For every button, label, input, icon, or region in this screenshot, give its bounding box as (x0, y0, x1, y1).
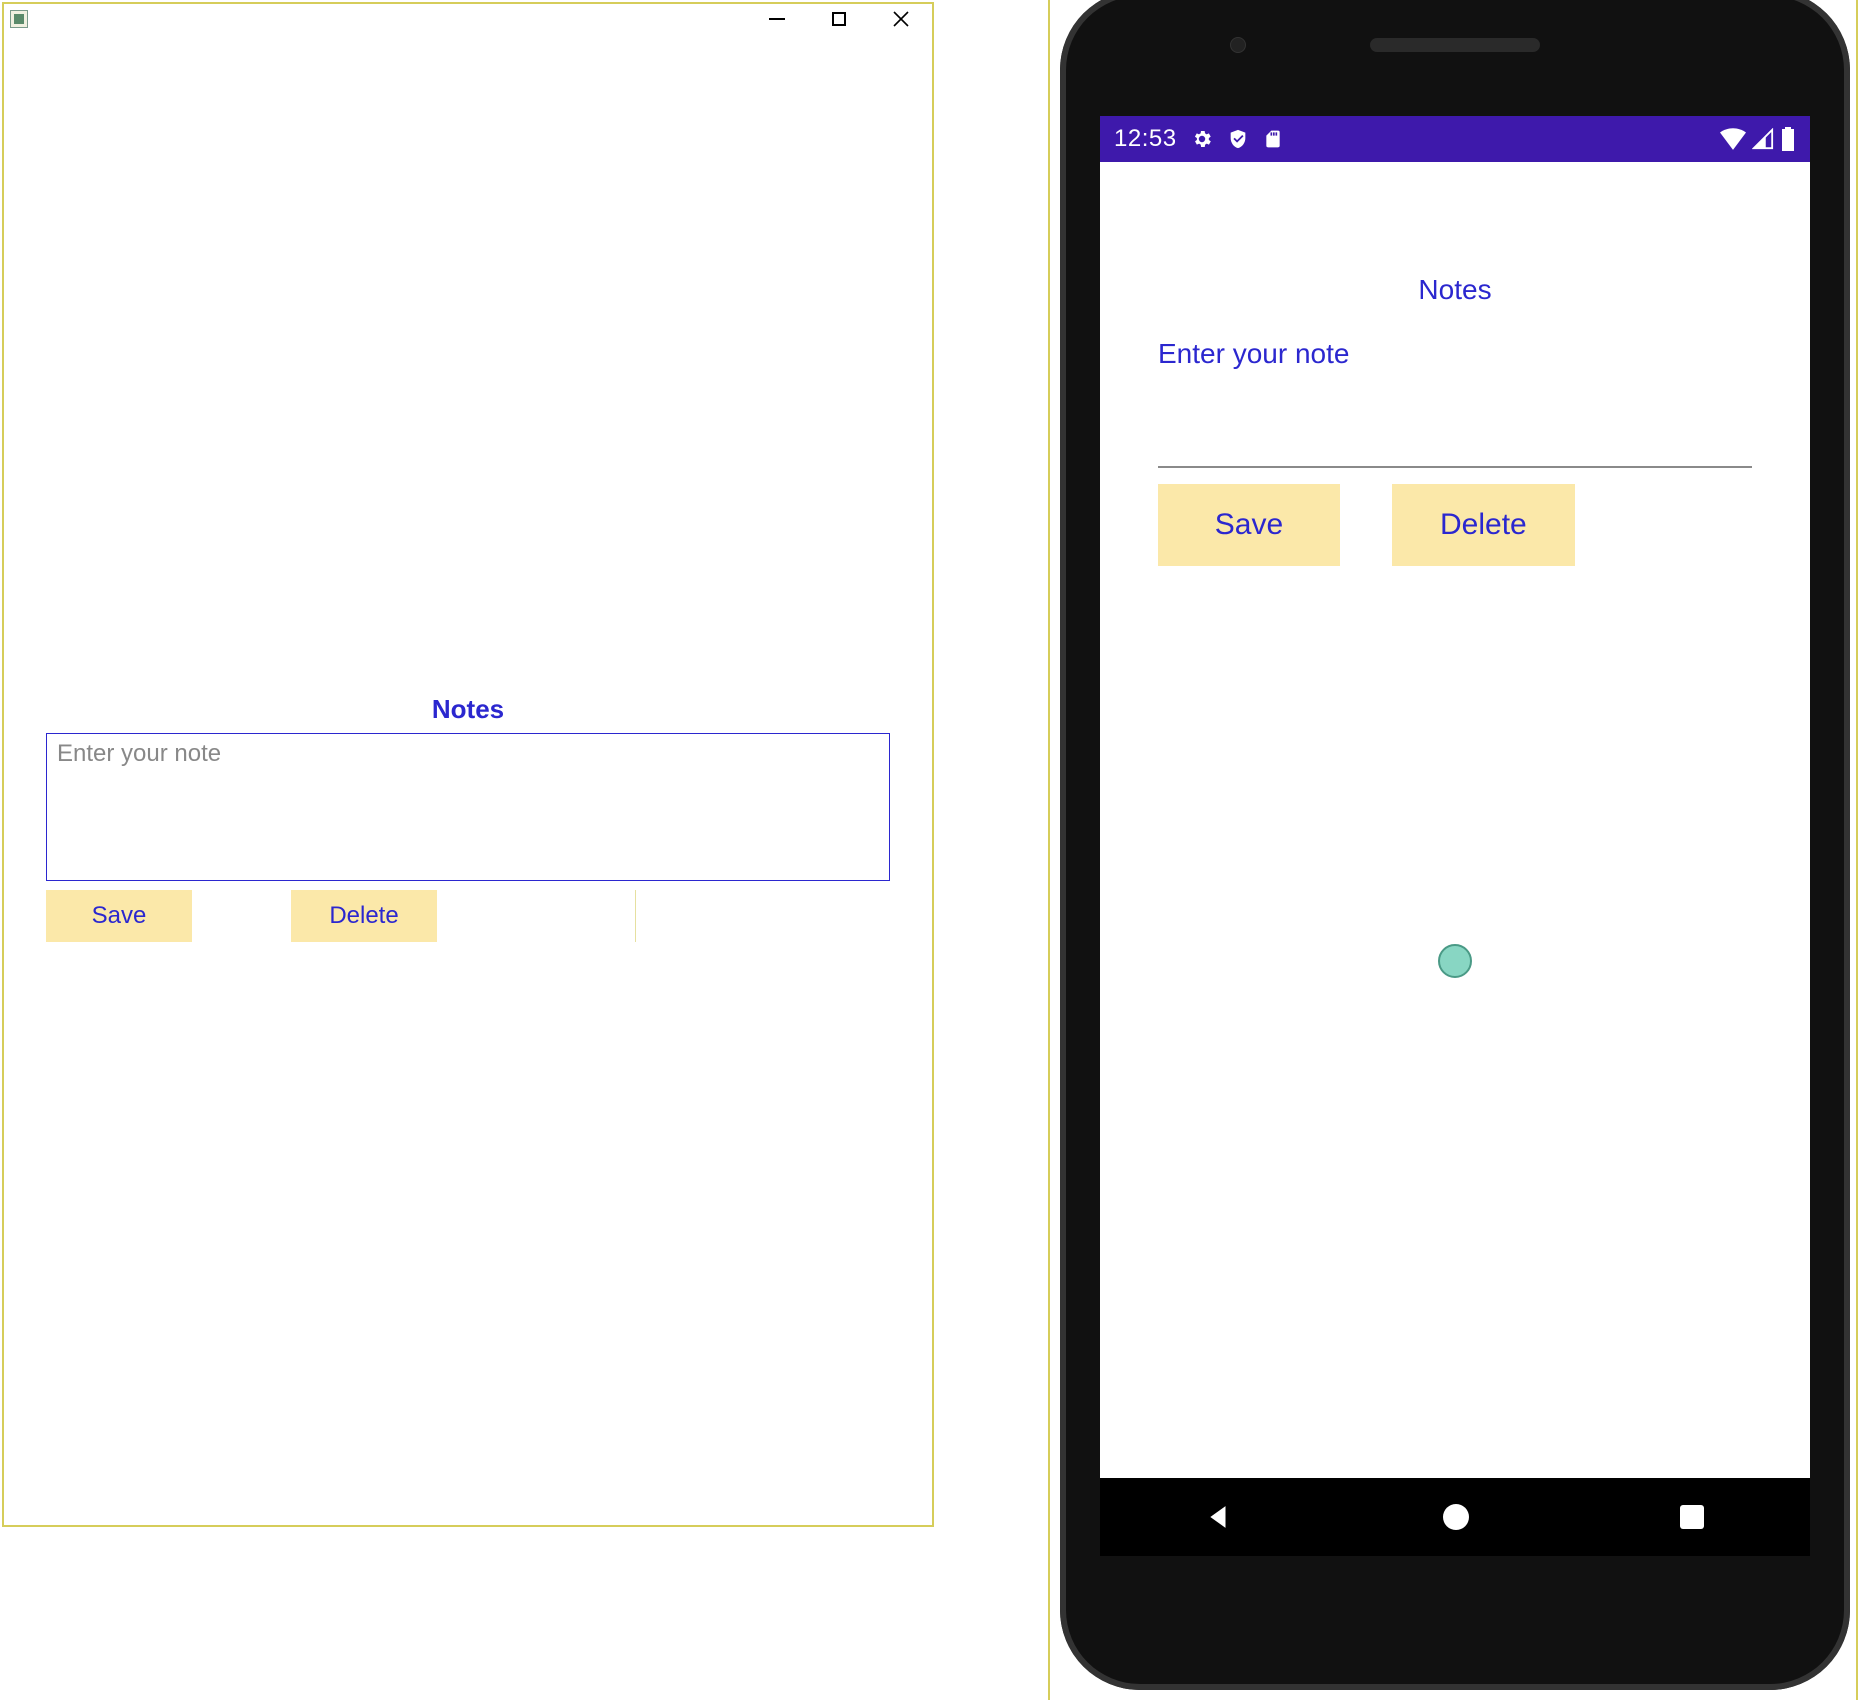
save-button[interactable]: Save (46, 890, 192, 942)
phone-preview: 12:53 (1048, 0, 1858, 1700)
home-icon (1443, 1504, 1469, 1530)
minimize-button[interactable] (764, 6, 790, 32)
close-icon (892, 10, 910, 28)
back-icon (1206, 1504, 1232, 1530)
button-row: Save Delete (1158, 484, 1752, 566)
page-title: Notes (46, 694, 890, 725)
close-button[interactable] (888, 6, 914, 32)
maximize-icon (832, 12, 846, 26)
phone-speaker (1370, 38, 1540, 52)
button-row: Save Delete (46, 890, 890, 942)
battery-icon (1780, 127, 1796, 151)
back-button[interactable] (1206, 1504, 1232, 1530)
maximize-button[interactable] (826, 6, 852, 32)
status-bar: 12:53 (1100, 116, 1810, 162)
phone-content: Notes Enter your note Save Delete (1100, 162, 1810, 566)
minimize-icon (769, 18, 785, 20)
recents-icon (1680, 1505, 1704, 1529)
touch-indicator-icon (1438, 944, 1472, 978)
delete-button[interactable]: Delete (291, 890, 437, 942)
window-controls (764, 6, 914, 32)
note-input[interactable] (46, 733, 890, 881)
page-title: Notes (1158, 274, 1752, 306)
desktop-window: Notes Save Delete (2, 2, 934, 1527)
gear-icon (1191, 128, 1213, 150)
app-icon (10, 10, 28, 28)
note-placeholder: Enter your note (1158, 338, 1752, 370)
save-button[interactable]: Save (1158, 484, 1340, 566)
recents-button[interactable] (1680, 1505, 1704, 1529)
status-time: 12:53 (1114, 125, 1177, 153)
note-input[interactable]: Enter your note (1158, 338, 1752, 468)
sd-card-icon (1263, 128, 1283, 150)
wifi-icon (1720, 128, 1746, 150)
delete-button[interactable]: Delete (1392, 484, 1575, 566)
phone-bezel-top (1060, 0, 1850, 116)
phone-camera (1230, 37, 1246, 53)
phone-screen: 12:53 (1100, 116, 1810, 1478)
desktop-body: Notes Save Delete (4, 34, 932, 942)
signal-icon (1752, 128, 1774, 150)
home-button[interactable] (1443, 1504, 1469, 1530)
window-titlebar (4, 4, 932, 34)
phone-frame: 12:53 (1060, 0, 1850, 1690)
input-underline (1158, 466, 1752, 468)
shield-icon (1227, 128, 1249, 150)
android-nav-bar (1100, 1478, 1810, 1556)
